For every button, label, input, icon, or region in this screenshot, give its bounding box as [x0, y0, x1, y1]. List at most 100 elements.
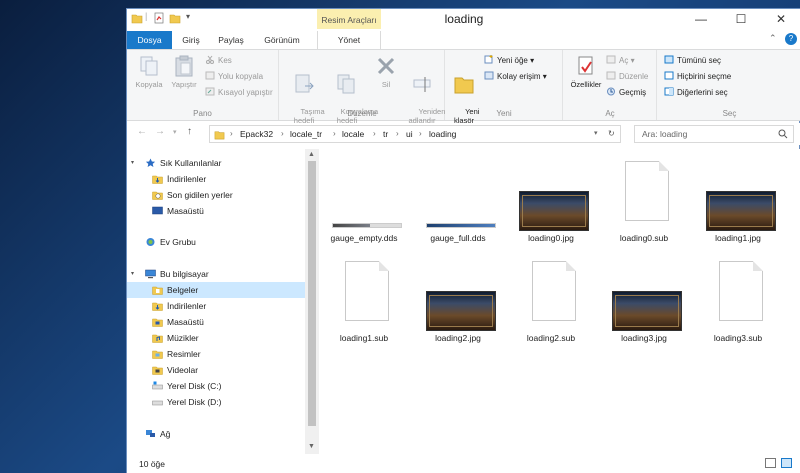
breadcrumb-separator: › — [333, 129, 336, 138]
forward-arrow-icon[interactable]: → — [155, 126, 165, 137]
breadcrumb-item[interactable]: locale — [342, 129, 364, 139]
details-view-icon[interactable] — [765, 458, 776, 468]
new-item-button[interactable]: Yeni öğe ▾ — [484, 55, 534, 66]
scrollbar-thumb[interactable] — [308, 161, 316, 426]
delete-button[interactable]: Sil — [372, 54, 400, 89]
blank-file-icon — [345, 261, 389, 321]
select-none-label: Hiçbirini seçme — [677, 72, 732, 81]
easy-access-button[interactable]: Kolay erişim ▾ — [484, 71, 547, 82]
documents-folder-icon — [152, 286, 163, 295]
tab-manage[interactable]: Yönet — [317, 31, 381, 49]
file-item[interactable]: gauge_full.dds — [414, 153, 502, 243]
nav-local-disk-c[interactable]: Yerel Disk (C:) — [127, 378, 305, 394]
nav-videos[interactable]: Videolar — [127, 362, 305, 378]
nav-desktop-pc[interactable]: Masaüstü — [127, 314, 305, 330]
paste-button[interactable]: Yapıştır — [167, 54, 201, 89]
breadcrumb-item[interactable]: ui — [406, 129, 413, 139]
recent-locations-chevron-icon[interactable]: ▾ — [173, 128, 177, 136]
file-item[interactable]: loading2.sub — [507, 253, 595, 343]
back-arrow-icon[interactable]: ← — [137, 126, 147, 137]
minimize-button[interactable]: — — [681, 9, 721, 31]
nav-recent-places[interactable]: Son gidilen yerler — [127, 187, 305, 203]
invert-selection-button[interactable]: Diğerlerini seç — [664, 87, 728, 98]
chevron-down-icon[interactable]: ▾ — [131, 266, 134, 282]
open-button[interactable]: Aç ▾ — [606, 55, 635, 66]
file-list: gauge_empty.dds gauge_full.dds loading0.jp… — [320, 149, 800, 454]
properties-button[interactable]: Özellikler — [566, 54, 606, 89]
nav-network[interactable]: Ağ — [127, 426, 305, 442]
file-item[interactable]: loading3.jpg — [600, 253, 688, 343]
nav-quick-access[interactable]: ▾ Sık Kullanılanlar — [127, 155, 305, 171]
close-button[interactable]: ✕ — [761, 9, 800, 31]
scroll-down-arrow-icon[interactable]: ▼ — [308, 443, 315, 450]
rename-icon — [413, 77, 431, 92]
refresh-icon[interactable]: ↻ — [608, 129, 615, 138]
copy-path-button[interactable]: Yolu kopyala — [205, 71, 263, 82]
file-name: loading3.sub — [713, 333, 763, 343]
nav-homegroup[interactable]: Ev Grubu — [127, 234, 305, 250]
cut-label: Kes — [218, 56, 232, 65]
history-button[interactable]: Geçmiş — [606, 87, 646, 98]
nav-label: İndirilenler — [167, 301, 207, 311]
tab-share[interactable]: Paylaş — [211, 31, 251, 49]
nav-local-disk-d[interactable]: Yerel Disk (D:) — [127, 394, 305, 410]
breadcrumb-item[interactable]: tr — [383, 129, 388, 139]
move-to-button[interactable]: Taşıma hedefi — [284, 54, 325, 134]
breadcrumb-separator: › — [373, 129, 376, 138]
nav-scrollbar[interactable]: ▲ ▼ — [305, 149, 319, 454]
cut-button[interactable]: Kes — [205, 55, 232, 66]
breadcrumb-item[interactable]: loading — [429, 129, 456, 139]
tab-file[interactable]: Dosya — [127, 31, 172, 49]
file-item[interactable]: gauge_empty.dds — [320, 153, 408, 243]
file-item[interactable]: loading0.jpg — [507, 153, 595, 243]
nav-label: Ev Grubu — [160, 237, 196, 247]
rename-button[interactable]: Yeniden adlandır — [402, 54, 445, 134]
chevron-down-icon[interactable]: ▾ — [131, 155, 134, 171]
address-bar[interactable]: › Epack32 › locale_tr › locale › tr › ui… — [209, 125, 621, 143]
help-button[interactable]: ? — [785, 33, 797, 45]
paste-shortcut-button[interactable]: Kısayol yapıştır — [205, 87, 273, 98]
nav-music[interactable]: Müzikler — [127, 330, 305, 346]
copy-icon — [140, 56, 158, 76]
large-icons-view-icon[interactable] — [781, 458, 792, 468]
address-dropdown-chevron-icon[interactable]: ▾ — [594, 129, 598, 137]
file-name: loading2.jpg — [435, 333, 481, 343]
group-label-sec: Seç — [722, 109, 737, 118]
scroll-up-arrow-icon[interactable]: ▲ — [308, 151, 315, 158]
group-yeni: Yeni klasör Yeni öğe ▾ Kolay erişim ▾ Ye… — [446, 50, 563, 125]
nav-downloads[interactable]: İndirilenler — [127, 171, 305, 187]
file-item[interactable]: loading0.sub — [600, 153, 688, 243]
recent-places-icon — [152, 191, 163, 200]
search-input[interactable]: Ara: loading — [634, 125, 794, 143]
nav-this-pc[interactable]: ▾ Bu bilgisayar — [127, 266, 305, 282]
breadcrumb-item[interactable]: Epack32 — [240, 129, 273, 139]
tab-view[interactable]: Görünüm — [253, 31, 311, 49]
up-arrow-icon[interactable]: ↑ — [187, 126, 192, 137]
folder-icon — [214, 131, 225, 140]
title-bar: | ▾ loading Resim Araçları — ☐ ✕ — [127, 9, 800, 31]
new-folder-button[interactable]: Yeni klasör — [448, 54, 480, 134]
file-item[interactable]: loading1.jpg — [694, 153, 782, 243]
edit-button[interactable]: Düzenle — [606, 71, 648, 82]
tab-home[interactable]: Giriş — [173, 31, 209, 49]
file-item[interactable]: loading3.sub — [694, 253, 782, 343]
copy-button[interactable]: Kopyala — [133, 54, 165, 89]
nav-pictures[interactable]: Resimler — [127, 346, 305, 362]
file-item[interactable]: loading2.jpg — [414, 253, 502, 343]
maximize-button[interactable]: ☐ — [721, 9, 761, 31]
nav-label: Sık Kullanılanlar — [160, 158, 222, 168]
select-none-button[interactable]: Hiçbirini seçme — [664, 71, 731, 82]
breadcrumb-item[interactable]: locale_tr — [290, 129, 322, 139]
group-ac: Özellikler Aç ▾ Düzenle Geçmiş Aç — [564, 50, 657, 120]
collapse-ribbon-button[interactable]: ⌃ — [769, 33, 777, 44]
copy-to-button[interactable]: Kopyalama hedefi — [324, 54, 378, 134]
nav-desktop[interactable]: Masaüstü — [127, 203, 305, 219]
thumbnail-frame — [615, 295, 679, 327]
nav-downloads-pc[interactable]: İndirilenler — [127, 298, 305, 314]
nav-documents[interactable]: Belgeler — [127, 282, 305, 298]
nav-label: İndirilenler — [167, 174, 207, 184]
select-all-button[interactable]: Tümünü seç — [664, 55, 721, 66]
homegroup-icon — [146, 238, 155, 246]
file-item[interactable]: loading1.sub — [320, 253, 408, 343]
copy-to-icon — [337, 74, 355, 94]
